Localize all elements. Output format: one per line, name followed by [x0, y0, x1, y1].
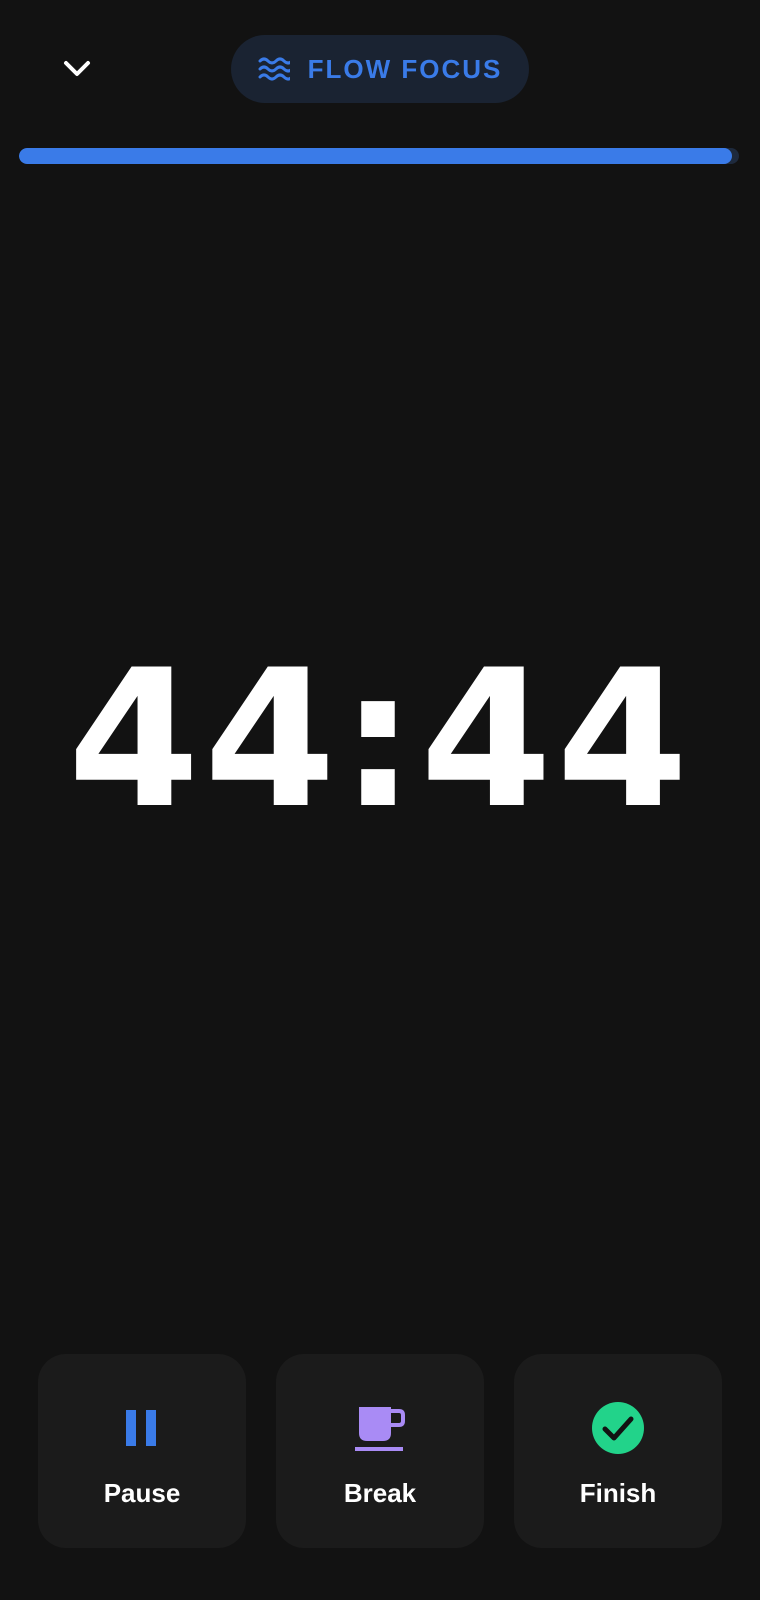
- collapse-button[interactable]: [52, 44, 102, 94]
- coffee-cup-icon: [352, 1400, 408, 1456]
- chevron-down-icon: [64, 61, 90, 76]
- finish-button[interactable]: Finish: [514, 1354, 722, 1548]
- pause-icon: [114, 1400, 170, 1456]
- focus-mode-label: FLOW FOCUS: [307, 53, 503, 84]
- break-label: Break: [343, 1478, 417, 1508]
- pause-label: Pause: [103, 1478, 181, 1508]
- timer-display: 44:44: [67, 629, 693, 850]
- focus-mode-selector[interactable]: FLOW FOCUS: [231, 35, 529, 103]
- finish-label: Finish: [579, 1478, 657, 1508]
- pause-button[interactable]: Pause: [38, 1354, 246, 1548]
- check-circle-icon: [590, 1400, 646, 1456]
- waves-icon: [258, 57, 290, 81]
- session-progress-bar: [19, 148, 739, 164]
- action-bar: Pause Break Finish: [38, 1354, 722, 1548]
- session-progress-fill: [19, 148, 732, 164]
- break-button[interactable]: Break: [276, 1354, 484, 1548]
